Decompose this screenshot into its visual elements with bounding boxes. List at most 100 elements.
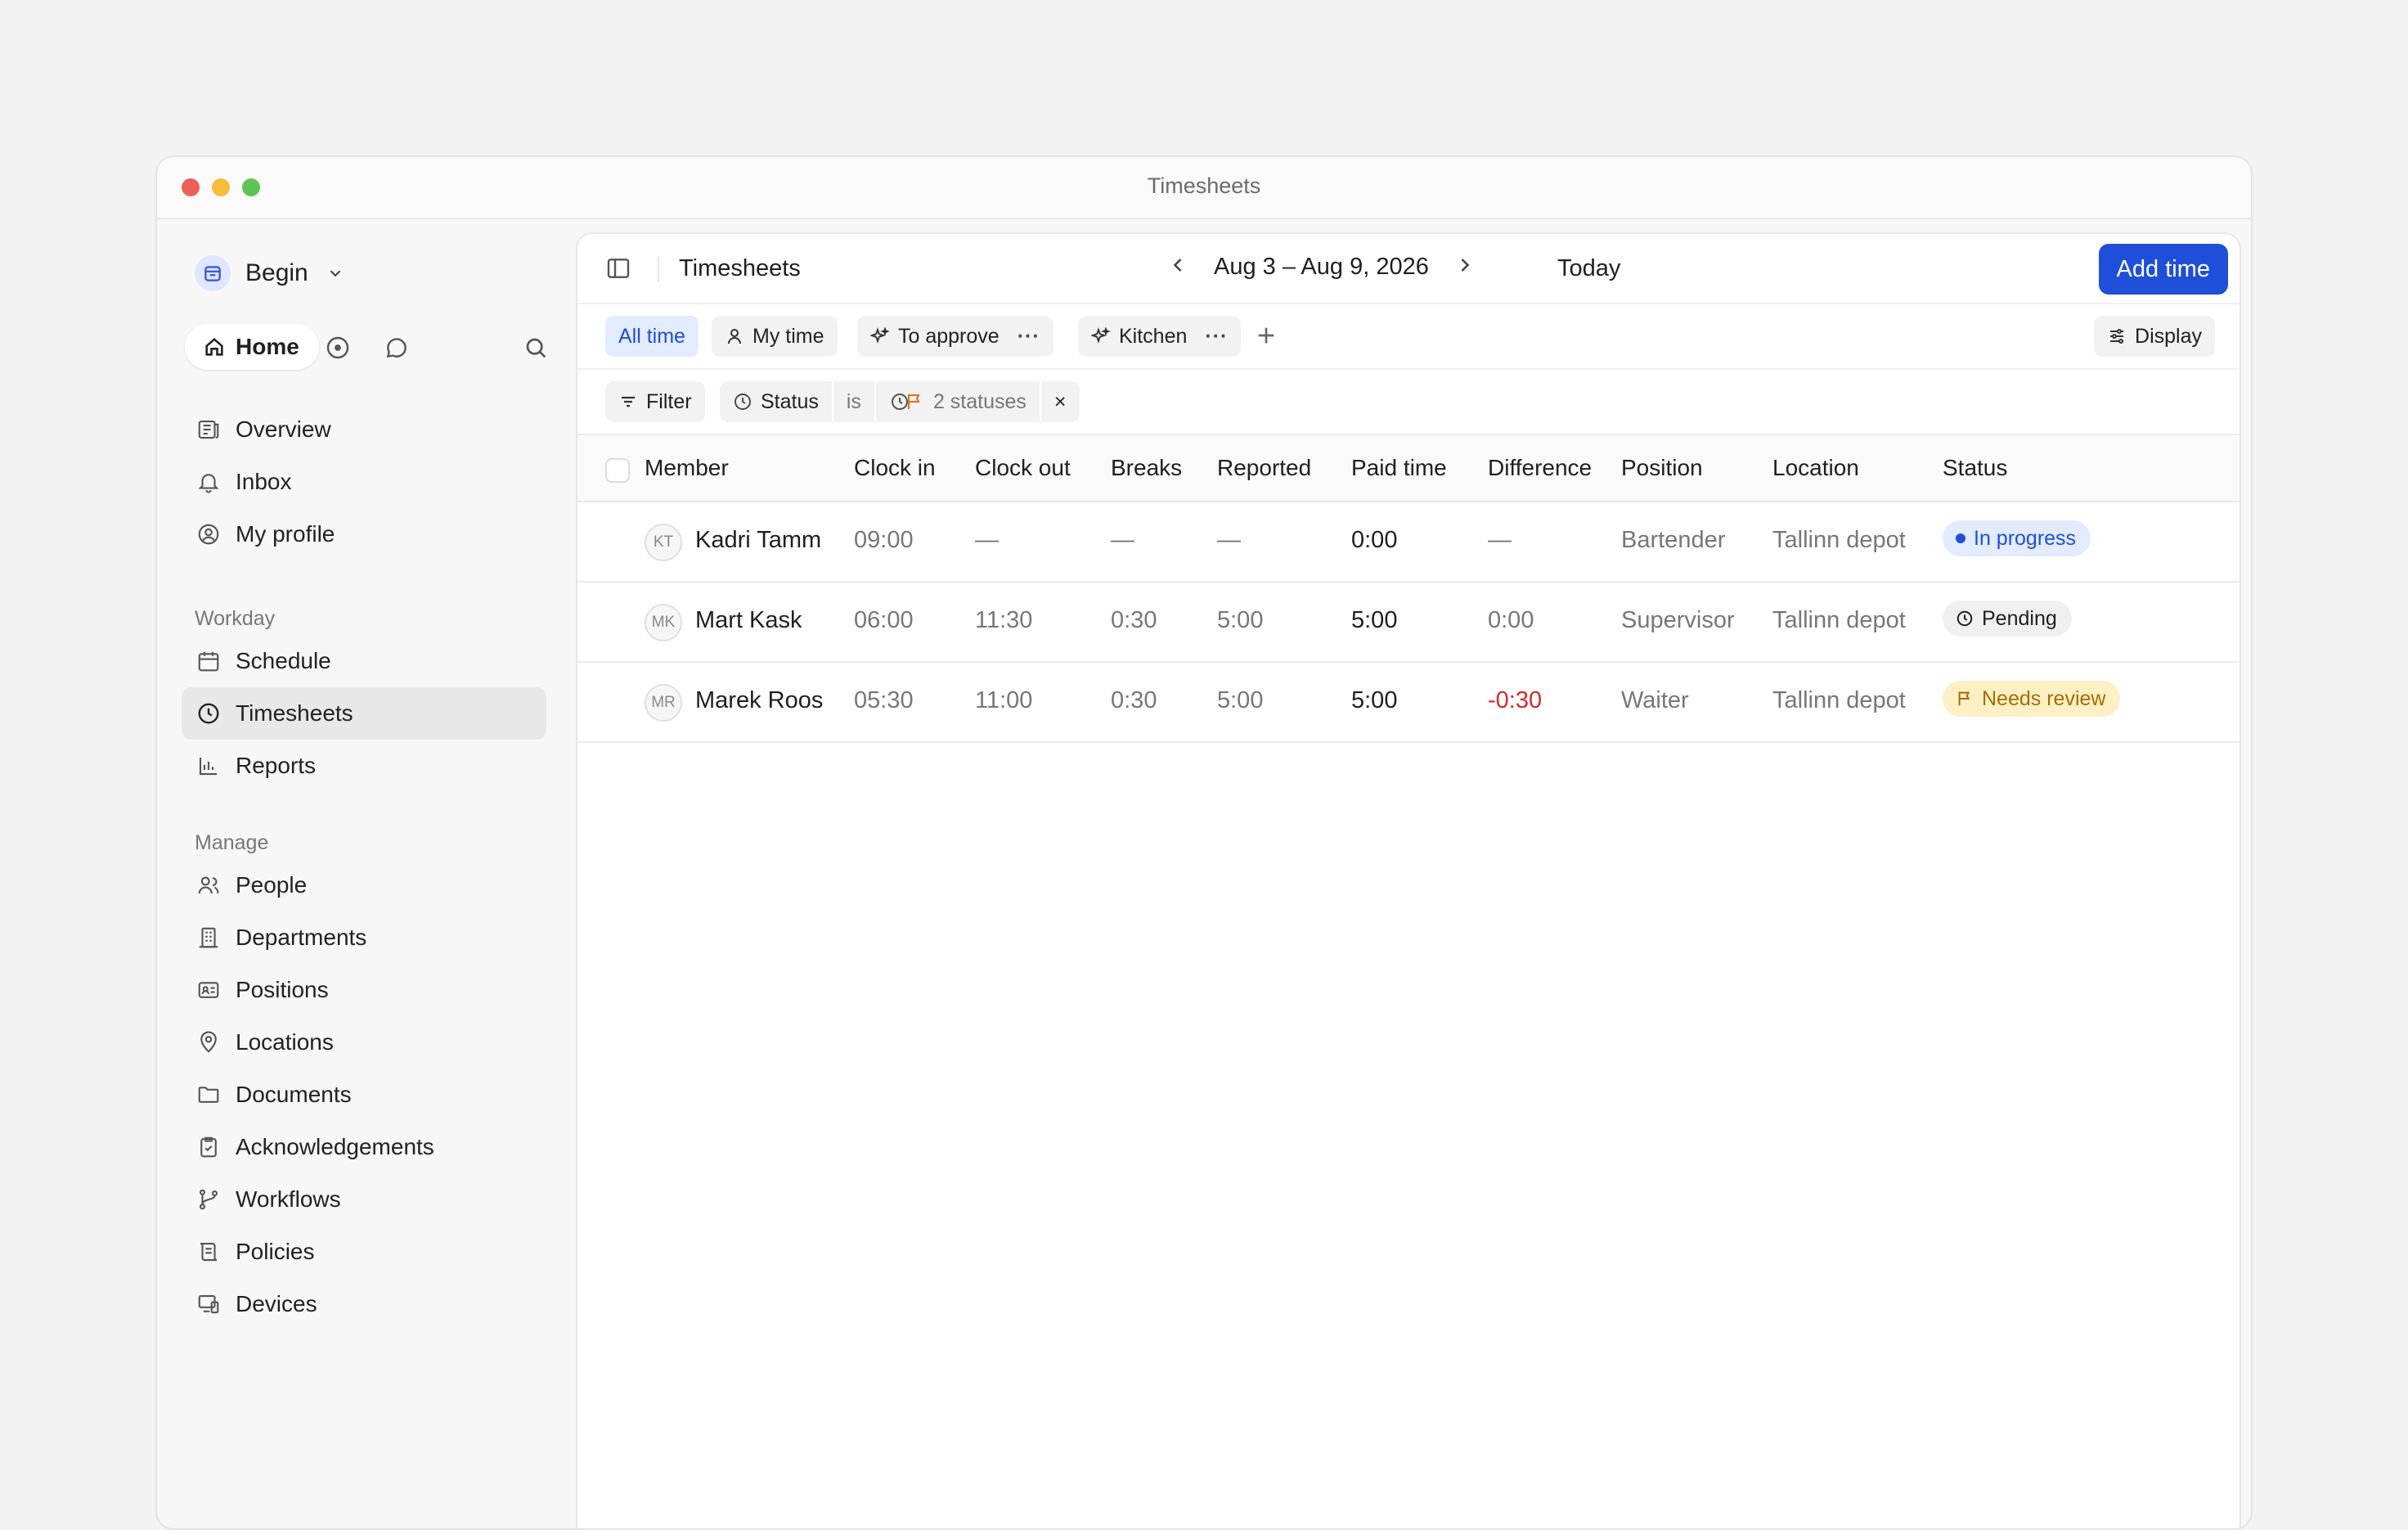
filter-button[interactable]: Filter	[605, 381, 705, 422]
clock-out-value: 11:30	[975, 607, 1033, 633]
clock-in-value: 06:00	[854, 607, 914, 633]
sidebar-item-workflows[interactable]: Workflows	[182, 1173, 546, 1226]
view-tab-all-time[interactable]: All time	[605, 316, 699, 357]
filter-operator[interactable]: is	[833, 381, 876, 422]
avatar: MK	[645, 604, 682, 641]
sidebar-item-my-profile[interactable]: My profile	[182, 508, 546, 560]
col-reported[interactable]: Reported	[1217, 455, 1311, 481]
chevron-right-icon[interactable]	[1453, 254, 1476, 281]
date-range-label[interactable]: Aug 3 – Aug 9, 2026	[1214, 254, 1429, 281]
view-tab-label: My time	[752, 324, 824, 348]
filter-value[interactable]: 2 statuses	[876, 381, 1041, 422]
col-position[interactable]: Position	[1621, 455, 1703, 481]
sidebar-workday-nav: Schedule Timesheets Reports	[182, 635, 546, 792]
sidebar-item-label: Devices	[236, 1291, 317, 1316]
sidebar-item-acknowledgements[interactable]: Acknowledgements	[182, 1121, 546, 1173]
sidebar: Begin Home Overview Inbox My profile Wor…	[157, 219, 574, 1528]
avatar: MR	[645, 684, 682, 722]
col-status[interactable]: Status	[1943, 455, 2007, 481]
sparkle-icon	[870, 326, 890, 344]
table-row[interactable]: MK Mart Kask 06:00 11:30 0:30 5:00 5:00 …	[577, 583, 2240, 663]
filter-bar: Filter Status is 2 statuses ×	[577, 370, 2240, 435]
add-time-button[interactable]: Add time	[2098, 244, 2228, 295]
chevron-down-icon	[330, 270, 341, 277]
display-button[interactable]: Display	[2094, 316, 2215, 357]
main-panel: Timesheets Aug 3 – Aug 9, 2026 Today Add…	[576, 232, 2241, 1528]
filter-field[interactable]: Status	[720, 381, 833, 422]
page-title: Timesheets	[679, 255, 801, 281]
saved-views-bar: All time My time To approve ··· Kitchen …	[577, 304, 2240, 370]
col-difference[interactable]: Difference	[1488, 455, 1592, 481]
status-badge: Needs review	[1943, 681, 2121, 717]
avatar: KT	[645, 524, 682, 561]
reported-value: —	[1217, 527, 1241, 553]
sidebar-item-label: Overview	[236, 416, 331, 442]
clock-icon	[1956, 610, 1973, 627]
clipboard-check-icon	[200, 1136, 217, 1158]
sidebar-item-policies[interactable]: Policies	[182, 1226, 546, 1278]
filter-icon	[622, 396, 635, 407]
table-row[interactable]: MR Marek Roos 05:30 11:00 0:30 5:00 5:00…	[577, 663, 2240, 743]
sidebar-item-reports[interactable]: Reports	[182, 740, 546, 792]
sidebar-item-overview[interactable]: Overview	[182, 403, 546, 456]
section-label-workday: Workday	[195, 607, 276, 630]
sidebar-item-schedule[interactable]: Schedule	[182, 635, 546, 687]
col-clock-in[interactable]: Clock in	[854, 455, 936, 481]
view-tab-to-approve[interactable]: To approve ···	[857, 316, 1054, 357]
workspace-switcher[interactable]: Begin	[195, 255, 344, 291]
view-more-icon[interactable]: ···	[1205, 325, 1228, 349]
sidebar-toggle-icon[interactable]	[605, 255, 631, 286]
status-badge: In progress	[1943, 520, 2091, 556]
filter-label: Filter	[646, 389, 692, 413]
status-label: Needs review	[1982, 686, 2106, 710]
sidebar-item-inbox[interactable]: Inbox	[182, 456, 546, 508]
location-value: Tallinn depot	[1772, 607, 1906, 633]
difference-value: -0:30	[1488, 687, 1543, 713]
sidebar-item-label: Departments	[236, 925, 367, 950]
sidebar-item-label: Inbox	[236, 469, 292, 494]
sidebar-item-timesheets[interactable]: Timesheets	[182, 687, 546, 740]
chat-icon[interactable]	[383, 334, 411, 362]
view-tab-kitchen[interactable]: Kitchen ···	[1078, 316, 1242, 357]
today-button[interactable]: Today	[1557, 255, 1620, 282]
table-header: Member Clock in Clock out Breaks Reporte…	[577, 435, 2240, 502]
add-view-plus-icon[interactable]	[1253, 322, 1279, 353]
clock-out-value: —	[975, 527, 999, 553]
activity-icon[interactable]	[324, 334, 352, 362]
sidebar-item-documents[interactable]: Documents	[182, 1069, 546, 1121]
position-value: Supervisor	[1621, 607, 1735, 633]
search-icon[interactable]	[522, 334, 550, 362]
remove-filter-close-icon[interactable]: ×	[1041, 381, 1080, 422]
branch-icon	[199, 1189, 218, 1210]
chevron-left-icon[interactable]	[1166, 254, 1189, 281]
status-badge: Pending	[1943, 601, 2072, 637]
col-location[interactable]: Location	[1772, 455, 1859, 481]
breaks-value: 0:30	[1111, 607, 1157, 633]
view-tab-my-time[interactable]: My time	[712, 316, 838, 357]
sidebar-item-locations[interactable]: Locations	[182, 1016, 546, 1069]
sidebar-item-label: Acknowledgements	[236, 1134, 434, 1159]
sidebar-item-devices[interactable]: Devices	[182, 1278, 546, 1330]
sidebar-item-positions[interactable]: Positions	[182, 964, 546, 1016]
sidebar-item-label: Policies	[236, 1239, 315, 1264]
position-value: Waiter	[1621, 687, 1689, 713]
sidebar-item-label: Workflows	[236, 1186, 341, 1212]
view-more-icon[interactable]: ···	[1018, 325, 1040, 349]
sidebar-item-label: Reports	[236, 753, 317, 778]
table-row[interactable]: KT Kadri Tamm 09:00 — — — 0:00 — Bartend…	[577, 502, 2240, 583]
select-all-checkbox[interactable]	[605, 458, 630, 483]
sidebar-item-departments[interactable]: Departments	[182, 911, 546, 964]
col-member[interactable]: Member	[645, 455, 729, 481]
col-clock-out[interactable]: Clock out	[975, 455, 1071, 481]
person-icon	[728, 329, 741, 344]
sidebar-item-people[interactable]: People	[182, 859, 546, 911]
home-button[interactable]: Home	[185, 324, 319, 370]
paid-time-value: 0:00	[1351, 527, 1398, 553]
clock-in-value: 09:00	[854, 527, 914, 553]
col-paid-time[interactable]: Paid time	[1351, 455, 1447, 481]
pin-icon	[200, 1031, 217, 1053]
difference-value: —	[1488, 527, 1512, 553]
sidebar-item-label: Locations	[236, 1029, 334, 1055]
col-breaks[interactable]: Breaks	[1111, 455, 1182, 481]
difference-value: 0:00	[1488, 607, 1534, 633]
